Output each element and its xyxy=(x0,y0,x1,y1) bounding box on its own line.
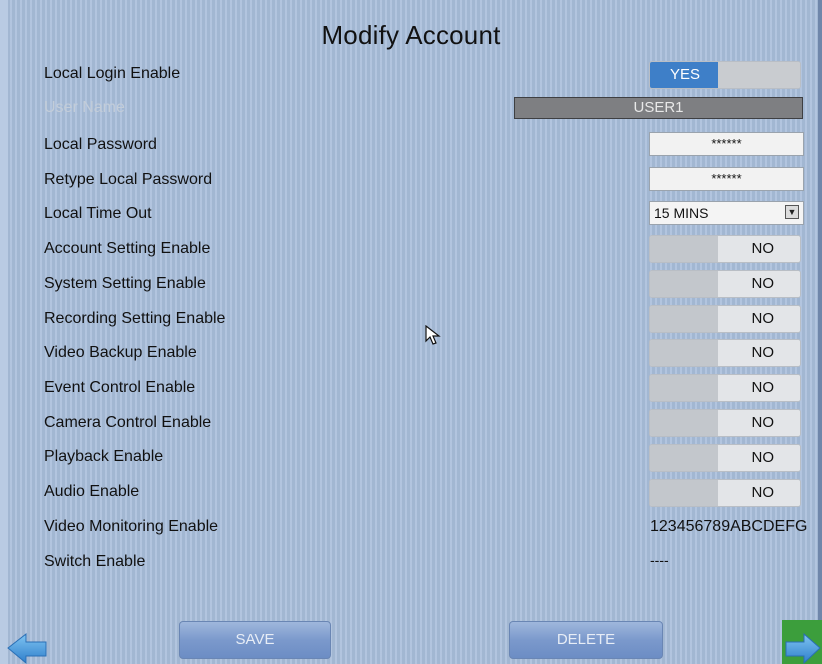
window-left-border xyxy=(0,0,8,664)
toggle-off-side xyxy=(718,62,800,88)
local-password-label: Local Password xyxy=(44,136,157,153)
audio-label: Audio Enable xyxy=(44,483,140,500)
playback-toggle[interactable]: NO xyxy=(649,444,801,472)
toggle-on-side xyxy=(650,375,720,401)
retype-password-label: Retype Local Password xyxy=(44,171,213,188)
event-control-toggle[interactable]: NO xyxy=(649,374,801,402)
toggle-on-side xyxy=(650,480,720,506)
toggle-on-side xyxy=(650,236,720,262)
user-name-label: User Name xyxy=(44,99,125,116)
event-control-label: Event Control Enable xyxy=(44,379,196,396)
video-backup-label: Video Backup Enable xyxy=(44,344,197,361)
toggle-on-side xyxy=(650,410,720,436)
user-name-field: USER1 xyxy=(514,97,803,119)
toggle-state-text: NO xyxy=(718,271,800,297)
arrow-left-icon[interactable] xyxy=(6,626,50,664)
account-setting-label: Account Setting Enable xyxy=(44,240,211,257)
toggle-state-text: NO xyxy=(718,340,800,366)
dropdown-arrow-icon[interactable]: ▼ xyxy=(785,205,799,219)
local-password-field[interactable]: ****** xyxy=(649,132,804,156)
camera-control-toggle[interactable]: NO xyxy=(649,409,801,437)
arrow-right-icon[interactable] xyxy=(782,626,822,664)
retype-password-field[interactable]: ****** xyxy=(649,167,804,191)
local-timeout-label: Local Time Out xyxy=(44,205,152,222)
switch-value[interactable]: ---- xyxy=(650,549,669,571)
toggle-state-text: YES xyxy=(650,62,720,88)
video-monitoring-label: Video Monitoring Enable xyxy=(44,518,219,535)
camera-control-label: Camera Control Enable xyxy=(44,414,212,431)
toggle-on-side xyxy=(650,445,720,471)
audio-toggle[interactable]: NO xyxy=(649,479,801,507)
local-timeout-select[interactable]: 15 MINS ▼ xyxy=(649,201,804,225)
system-setting-toggle[interactable]: NO xyxy=(649,270,801,298)
window-right-border xyxy=(818,0,822,664)
local-login-toggle[interactable]: YES xyxy=(649,61,801,89)
toggle-state-text: NO xyxy=(718,445,800,471)
video-backup-toggle[interactable]: NO xyxy=(649,339,801,367)
toggle-state-text: NO xyxy=(718,375,800,401)
toggle-on-side xyxy=(650,340,720,366)
toggle-state-text: NO xyxy=(718,236,800,262)
video-monitoring-channels[interactable]: 123456789ABCDEFG xyxy=(650,516,807,538)
toggle-state-text: NO xyxy=(718,410,800,436)
toggle-state-text: NO xyxy=(718,306,800,332)
page-title: Modify Account xyxy=(321,20,501,50)
mouse-cursor-icon xyxy=(425,325,441,345)
local-login-label: Local Login Enable xyxy=(44,65,181,82)
recording-setting-toggle[interactable]: NO xyxy=(649,305,801,333)
switch-label: Switch Enable xyxy=(44,553,146,570)
toggle-on-side xyxy=(650,271,720,297)
toggle-on-side xyxy=(650,306,720,332)
local-timeout-value: 15 MINS xyxy=(654,205,709,221)
recording-setting-label: Recording Setting Enable xyxy=(44,310,226,327)
save-button[interactable]: SAVE xyxy=(179,621,331,659)
playback-label: Playback Enable xyxy=(44,448,164,465)
delete-button[interactable]: DELETE xyxy=(509,621,663,659)
system-setting-label: System Setting Enable xyxy=(44,275,206,292)
account-setting-toggle[interactable]: NO xyxy=(649,235,801,263)
toggle-state-text: NO xyxy=(718,480,800,506)
